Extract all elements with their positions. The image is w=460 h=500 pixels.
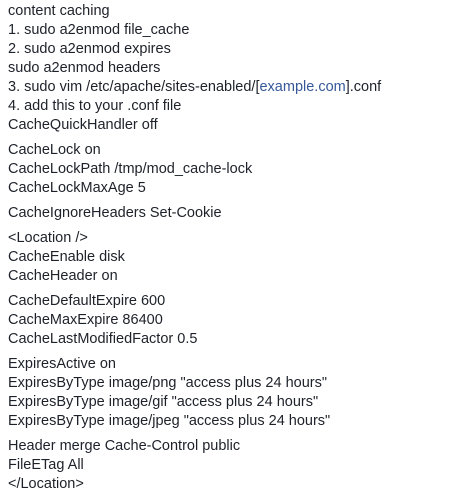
text-line: CacheHeader on <box>8 268 118 284</box>
text-line-with-link: 3. sudo vim /etc/apache/sites-enabled/[e… <box>8 78 454 97</box>
text-line: ExpiresByType image/jpeg "access plus 24… <box>8 413 331 429</box>
text-line: </Location> <box>8 476 84 492</box>
text-line: CacheLockPath /tmp/mod_cache-lock <box>8 161 253 177</box>
text-line: CacheLock on <box>8 142 101 158</box>
text-line: CacheQuickHandler off <box>8 117 158 133</box>
text-line: 4. add this to your .conf file <box>8 98 182 114</box>
text-line: CacheIgnoreHeaders Set-Cookie <box>8 205 222 221</box>
paragraph-ignore-headers: CacheIgnoreHeaders Set-Cookie <box>8 204 454 223</box>
text-line: CacheEnable disk <box>8 249 125 265</box>
text-line: sudo a2enmod headers <box>8 60 161 76</box>
paragraph-cache-lock: CacheLock on CacheLockPath /tmp/mod_cach… <box>8 141 454 198</box>
text-line: ExpiresByType image/gif "access plus 24 … <box>8 394 319 410</box>
text-line: ExpiresActive on <box>8 356 116 372</box>
text-line: CacheLockMaxAge 5 <box>8 180 146 196</box>
paragraph-expire-settings: CacheDefaultExpire 600 CacheMaxExpire 86… <box>8 292 454 349</box>
text-line: CacheDefaultExpire 600 <box>8 293 166 309</box>
example-com-link[interactable]: example.com <box>259 79 345 95</box>
text-segment: 3. sudo vim /etc/apache/sites-enabled/[ <box>8 79 260 95</box>
post-body: content caching 1. sudo a2enmod file_cac… <box>8 2 454 500</box>
text-line: ExpiresByType image/png "access plus 24 … <box>8 375 327 391</box>
text-line: content caching <box>8 3 110 19</box>
paragraph-location: <Location /> CacheEnable disk CacheHeade… <box>8 229 454 286</box>
text-line: <Location /> <box>8 230 88 246</box>
text-line: CacheMaxExpire 86400 <box>8 312 163 328</box>
text-line: 1. sudo a2enmod file_cache <box>8 22 190 38</box>
text-line: 2. sudo a2enmod expires <box>8 41 171 57</box>
text-line: CacheLastModifiedFactor 0.5 <box>8 331 198 347</box>
paragraph-setup-steps: content caching 1. sudo a2enmod file_cac… <box>8 2 454 135</box>
paragraph-headers-etag: Header merge Cache-Control public FileET… <box>8 437 454 494</box>
paragraph-expires-by-type: ExpiresActive on ExpiresByType image/png… <box>8 355 454 431</box>
text-line: Header merge Cache-Control public <box>8 438 241 454</box>
text-segment: ].conf <box>345 79 382 95</box>
text-line: FileETag All <box>8 457 84 473</box>
